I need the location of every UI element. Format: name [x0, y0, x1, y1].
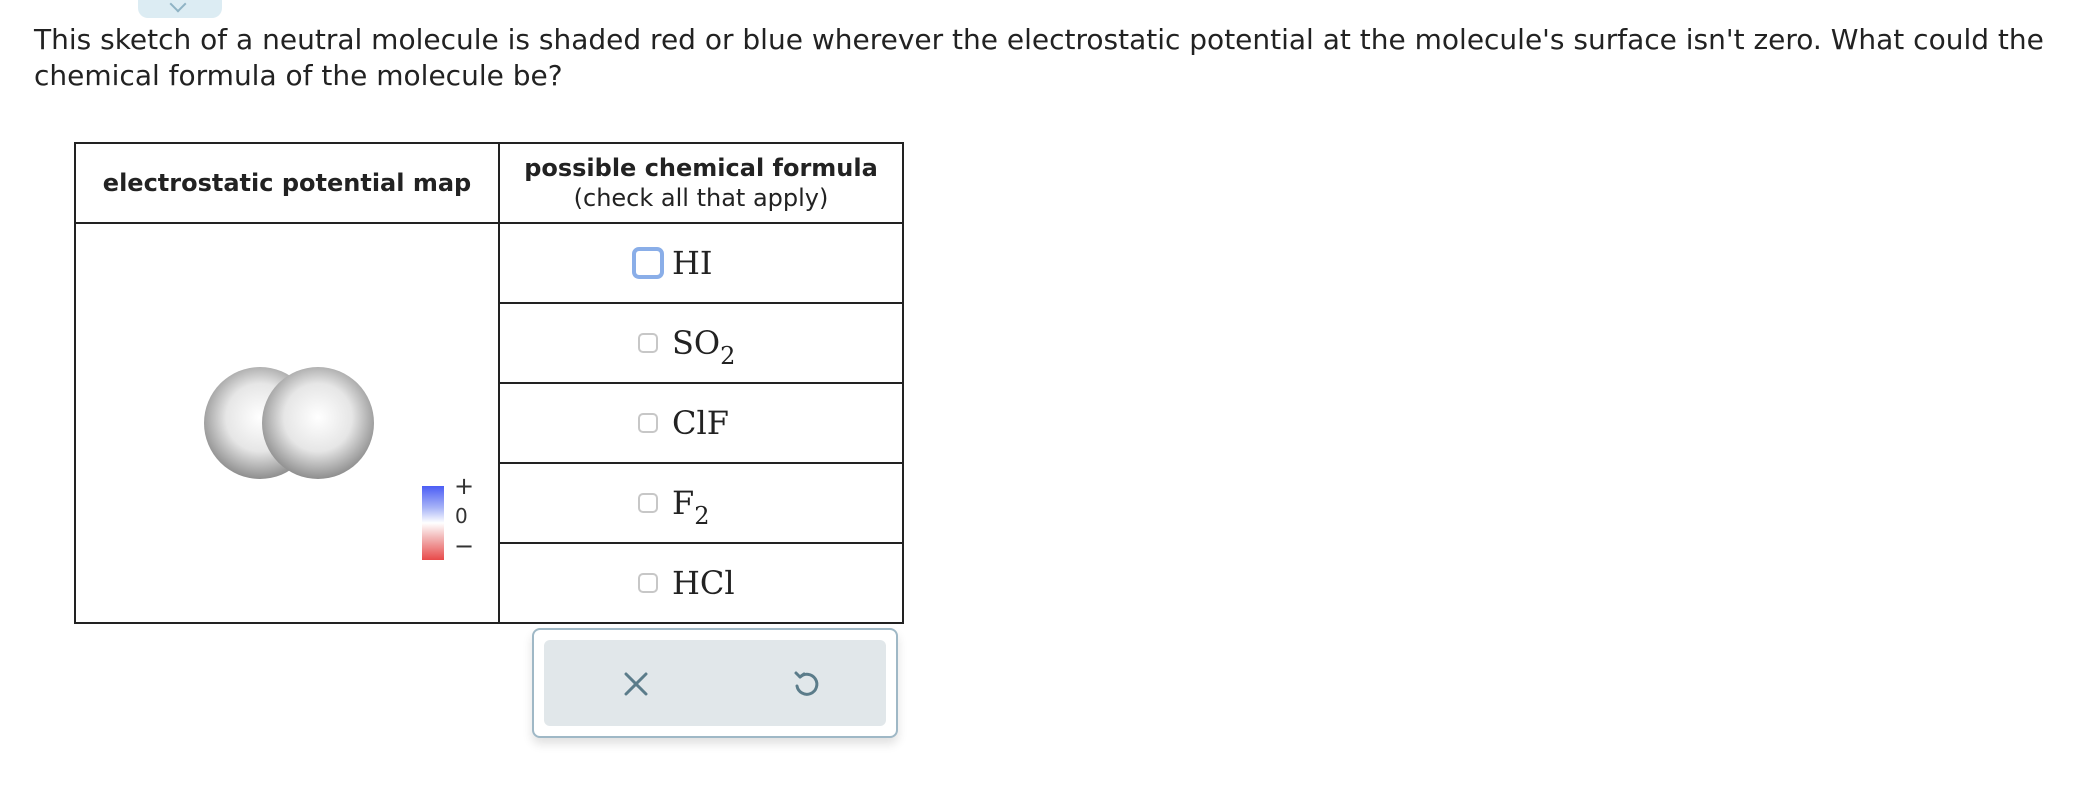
header-formula-hint: (check all that apply)	[573, 184, 829, 212]
undo-icon	[794, 671, 819, 696]
undo-button[interactable]	[784, 662, 828, 706]
legend-color-bar	[422, 486, 444, 560]
header-formula-title: possible chemical formula	[524, 154, 878, 182]
legend-plus: +	[454, 472, 475, 500]
map-cell: + 0 −	[74, 222, 500, 624]
option-row: HI	[498, 222, 904, 304]
chevron-down-icon	[169, 0, 187, 13]
option-so2[interactable]: SO2	[638, 324, 736, 370]
option-hcl[interactable]: HCl	[638, 564, 735, 602]
option-row: F2	[498, 462, 904, 544]
formula-label: SO2	[672, 324, 736, 370]
potential-legend: + 0 −	[422, 472, 482, 564]
legend-zero: 0	[455, 504, 468, 528]
checkbox[interactable]	[638, 493, 658, 513]
option-hi[interactable]: HI	[632, 244, 713, 282]
option-row: SO2	[498, 302, 904, 384]
header-formula: possible chemical formula (check all tha…	[498, 142, 904, 224]
formula-label: HI	[672, 244, 713, 282]
answer-controls	[532, 628, 898, 738]
controls-bar	[544, 640, 886, 726]
collapse-tab[interactable]	[138, 0, 222, 18]
clear-button[interactable]	[614, 662, 658, 706]
formula-label: F2	[672, 484, 710, 530]
checkbox[interactable]	[638, 413, 658, 433]
question-text: This sketch of a neutral molecule is sha…	[34, 23, 2044, 92]
option-f2[interactable]: F2	[638, 484, 710, 530]
checkbox[interactable]	[632, 247, 664, 279]
option-clf[interactable]: ClF	[638, 404, 729, 442]
header-map: electrostatic potential map	[74, 142, 500, 224]
molecule-sketch	[204, 367, 374, 479]
checkbox[interactable]	[638, 573, 658, 593]
formula-label: ClF	[672, 404, 729, 442]
option-row: ClF	[498, 382, 904, 464]
close-icon	[624, 672, 648, 696]
option-row: HCl	[498, 542, 904, 624]
checkbox[interactable]	[638, 333, 658, 353]
atom-right	[262, 367, 374, 479]
answer-table: electrostatic potential map possible che…	[74, 142, 904, 624]
formula-label: HCl	[672, 564, 735, 602]
legend-minus: −	[454, 532, 475, 560]
